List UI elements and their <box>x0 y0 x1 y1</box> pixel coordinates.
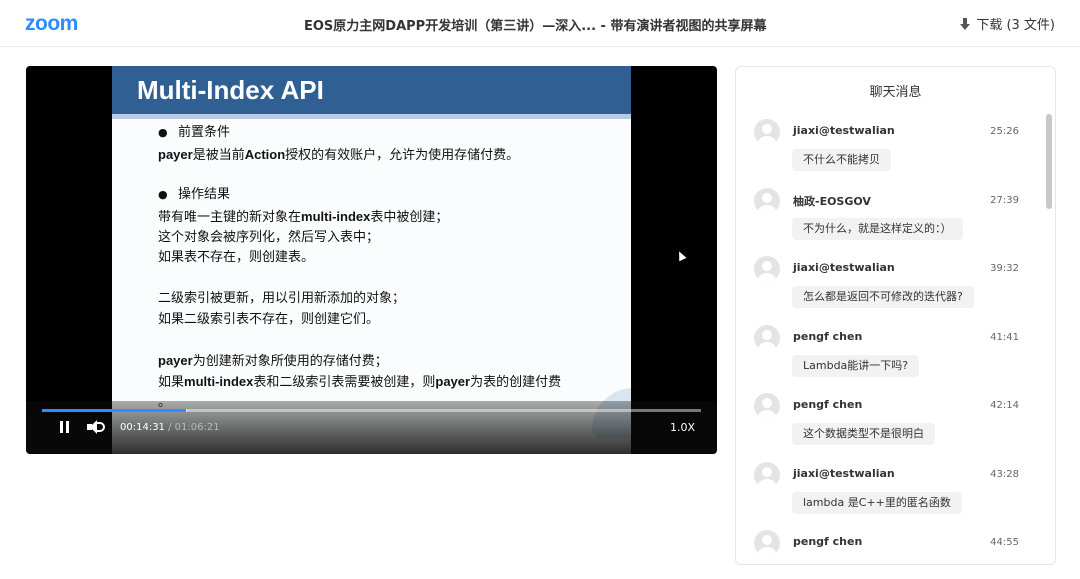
slide-keyword: multi-index <box>184 374 254 389</box>
message-time: 41:41 <box>990 331 1019 343</box>
avatar <box>754 324 780 351</box>
message-bubble: Lambda能讲一下吗? <box>792 354 920 377</box>
pause-icon[interactable] <box>58 419 72 435</box>
player-controls: 00:14:31 / 01:06:21 1.0X <box>26 401 717 454</box>
top-bar: zoom EOS原力主网DAPP开发培训（第三讲）—深入... - 带有演讲者视… <box>0 0 1080 47</box>
slide-text: 如果表不存在，则创建表。 <box>158 250 315 265</box>
chat-title: 聊天消息 <box>869 85 922 100</box>
slide-line: 带有唯一主键的新对象在multi-index表中被创建； <box>158 207 448 227</box>
download-button[interactable]: 下载 (3 文件) <box>960 14 1055 33</box>
message-bubble: 怎么都是返回不可修改的迭代器? <box>792 286 974 308</box>
message-bubble: 不为什么，就是这样定义的：） <box>792 217 963 240</box>
slide-line: payer为创建新对象所使用的存储付费； <box>158 351 388 371</box>
avatar <box>754 187 780 214</box>
slide-text: 为创建新对象所使用的存储付费； <box>192 354 388 369</box>
chat-message: 柚政-EOSGOV 27:39 不为什么，就是这样定义的：） <box>736 186 1044 254</box>
avatar <box>754 393 780 419</box>
message-time: 44:55 <box>990 537 1019 548</box>
avatar <box>754 119 780 145</box>
time-separator: / <box>164 422 175 433</box>
avatar <box>754 256 780 282</box>
chat-scrollbar[interactable] <box>1046 114 1052 209</box>
duration: 01:06:21 <box>174 422 220 433</box>
avatar <box>754 461 780 488</box>
video-player[interactable]: Multi-Index API 前置条件payer是被当前Action授权的有效… <box>26 66 717 454</box>
message-time: 25:26 <box>990 126 1019 137</box>
chat-panel: 聊天消息 jiaxi@testwalian 25:26 不什么不能拷贝柚政-EOSG… <box>735 66 1056 565</box>
slide-keyword: payer <box>158 353 193 368</box>
slide-text: 如果二级索引表不存在，则创建它们。 <box>158 312 380 327</box>
slide-text: 如果 <box>158 375 185 390</box>
slide-text: 表和二级索引表需要被创建，则 <box>253 375 436 390</box>
message-time: 42:14 <box>990 400 1019 411</box>
recording-title: EOS原力主网DAPP开发培训（第三讲）—深入... - 带有演讲者视图的共享屏… <box>304 19 767 34</box>
slide-banner-strip <box>112 114 631 119</box>
chat-message: pengf chen 41:41 Lambda能讲一下吗? <box>736 323 1044 391</box>
slide-keyword: payer <box>435 374 471 389</box>
zoom-logo[interactable]: zoom <box>25 12 78 36</box>
message-time: 43:28 <box>990 468 1019 480</box>
slide-keyword: multi-index <box>301 209 371 224</box>
chat-message-list[interactable]: jiaxi@testwalian 25:26 不什么不能拷贝柚政-EOSGOV 27:… <box>736 117 1044 564</box>
message-sender: pengf chen <box>793 329 863 343</box>
slide-text: 是被当前 <box>192 148 245 163</box>
progress-bar[interactable] <box>42 409 701 412</box>
slide-line: 操作结果 <box>158 185 230 205</box>
playback-time: 00:14:31 / 01:06:21 <box>120 422 220 433</box>
message-bubble: lambda 是C++里的匿名函数 <box>792 491 962 514</box>
slide-line: 如果表不存在，则创建表。 <box>158 248 314 268</box>
chat-message: jiaxi@testwalian 25:26 不什么不能拷贝 <box>736 117 1044 185</box>
slide-title-banner: Multi-Index API <box>112 66 631 114</box>
message-sender: jiaxi@testwalian <box>793 124 895 137</box>
download-label: 下载 (3 文件) <box>976 18 1055 33</box>
chat-message: pengf chen 44:55 <box>736 528 1044 564</box>
volume-icon[interactable] <box>87 419 105 435</box>
slide-line: 二级索引被更新，用以引用新添加的对象； <box>158 289 405 309</box>
message-time: 39:32 <box>990 263 1019 274</box>
slide-keyword: Action <box>244 147 286 162</box>
slide-keyword: payer <box>158 147 193 162</box>
slide-text: 这个对象会被序列化，然后写入表中； <box>158 230 380 245</box>
download-arrow-icon <box>960 17 971 30</box>
slide-line: payer是被当前Action授权的有效账户，允许为使用存储付费。 <box>158 145 519 165</box>
message-sender: pengf chen <box>793 535 863 548</box>
avatar <box>754 530 780 556</box>
slide-text: 前置条件 <box>178 125 231 140</box>
slide-text: 带有唯一主键的新对象在 <box>158 210 302 225</box>
shared-screen-slide: Multi-Index API 前置条件payer是被当前Action授权的有效… <box>112 66 631 454</box>
message-sender: jiaxi@testwalian <box>793 466 895 480</box>
playback-speed-button[interactable]: 1.0X <box>670 421 695 434</box>
message-sender: pengf chen <box>793 398 863 411</box>
chat-message: pengf chen 42:14 这个数据类型不是很明白 <box>736 391 1044 459</box>
slide-line: 前置条件 <box>158 123 230 143</box>
slide-text: 二级索引被更新，用以引用新添加的对象； <box>158 291 406 306</box>
message-bubble: 不什么不能拷贝 <box>792 149 891 171</box>
slide-text: 授权的有效账户，允许为使用存储付费。 <box>285 148 520 163</box>
slide-text: 表中被创建； <box>370 210 449 225</box>
message-bubble: 这个数据类型不是很明白 <box>792 423 935 445</box>
message-sender: jiaxi@testwalian <box>793 261 895 274</box>
slide-text: 操作结果 <box>178 187 231 202</box>
slide-text: 为表的创建付费 <box>470 375 562 390</box>
mouse-cursor-icon <box>675 249 687 262</box>
message-sender: 柚政-EOSGOV <box>793 194 871 208</box>
progress-played <box>42 409 186 412</box>
current-time: 00:14:31 <box>120 422 165 433</box>
chat-message: jiaxi@testwalian 39:32 怎么都是返回不可修改的迭代器? <box>736 254 1044 322</box>
slide-title: Multi-Index API <box>137 75 324 105</box>
message-time: 27:39 <box>990 194 1019 206</box>
slide-line: 如果multi-index表和二级索引表需要被创建，则payer为表的创建付费 <box>158 372 561 392</box>
slide-line: 这个对象会被序列化，然后写入表中； <box>158 228 379 248</box>
chat-message: jiaxi@testwalian 43:28 lambda 是C++里的匿名函数 <box>736 460 1044 528</box>
slide-line: 如果二级索引表不存在，则创建它们。 <box>158 310 379 330</box>
